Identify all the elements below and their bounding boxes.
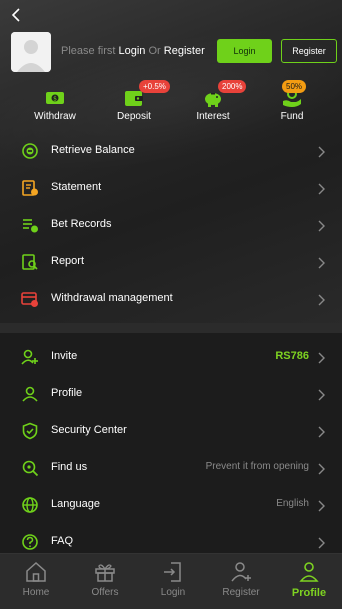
- chevron-right-icon: [316, 145, 326, 158]
- chevron-right-icon: [316, 351, 326, 364]
- menu-item-retrieve-balance[interactable]: Retrieve Balance: [0, 133, 342, 170]
- withdrawal-management-icon: [21, 290, 39, 308]
- find-us-icon: [21, 459, 39, 477]
- login-link[interactable]: Login: [118, 45, 145, 57]
- register-button[interactable]: Register: [281, 39, 337, 63]
- menu-item-label: Find us: [51, 461, 88, 473]
- quick-action-label: Withdraw: [34, 111, 76, 122]
- tab-home[interactable]: Home: [2, 554, 70, 609]
- chevron-right-icon: [316, 425, 326, 438]
- menu-item-label: Report: [51, 255, 85, 267]
- menu-item-label: Language: [51, 498, 100, 510]
- menu-bottom-group: Invite RS786 Profile Security Center Fin…: [0, 339, 342, 561]
- retrieve-balance-icon: [21, 142, 39, 160]
- login-prompt-prefix: Please first: [61, 45, 116, 57]
- faq-icon: [21, 533, 39, 551]
- chevron-right-icon: [316, 536, 326, 549]
- tab-register[interactable]: Register: [207, 554, 275, 609]
- login-prompt: Please first Login Or Register: [61, 45, 205, 57]
- login-button[interactable]: Login: [217, 39, 272, 63]
- menu-item-label: Bet Records: [51, 218, 112, 230]
- back-arrow-icon[interactable]: [8, 6, 26, 24]
- menu-item-security-center[interactable]: Security Center: [0, 413, 342, 450]
- svg-text:$: $: [53, 96, 57, 103]
- profile-icon: [21, 385, 39, 403]
- bet-records-icon: [21, 216, 39, 234]
- register-user-icon: [229, 560, 253, 584]
- profile-user-icon: [297, 560, 321, 584]
- interest-badge: 200%: [218, 80, 247, 93]
- home-icon: [24, 560, 48, 584]
- register-link[interactable]: Register: [164, 45, 205, 57]
- quick-actions: $ Withdraw +0.5% Deposit 200% Interest 5…: [0, 80, 342, 126]
- deposit-badge: +0.5%: [139, 80, 170, 93]
- user-row: Please first Login Or Register Login Reg…: [0, 30, 342, 74]
- quick-action-deposit[interactable]: +0.5% Deposit: [99, 80, 170, 126]
- menu-item-label: Profile: [51, 387, 83, 399]
- tab-profile[interactable]: Profile: [275, 554, 342, 609]
- menu-item-withdrawal-management[interactable]: Withdrawal management: [0, 281, 342, 318]
- fund-badge: 50%: [282, 80, 307, 93]
- statement-icon: [21, 179, 39, 197]
- menu-item-label: Statement: [51, 181, 102, 193]
- tab-label: Login: [160, 587, 186, 598]
- quick-action-interest[interactable]: 200% Interest: [178, 80, 248, 126]
- tab-label: Offers: [91, 587, 119, 598]
- section-divider: [0, 323, 342, 333]
- report-icon: [21, 253, 39, 271]
- menu-item-invite[interactable]: Invite RS786: [0, 339, 342, 376]
- menu-item-label: FAQ: [51, 535, 74, 547]
- invite-code: RS786: [275, 350, 309, 362]
- menu-item-language[interactable]: Language English: [0, 487, 342, 524]
- menu-item-label: Security Center: [51, 424, 127, 436]
- chevron-right-icon: [316, 462, 326, 475]
- bottom-tab-bar: Home Offers Login Register Profile: [0, 553, 342, 609]
- chevron-right-icon: [316, 293, 326, 306]
- tab-login[interactable]: Login: [139, 554, 207, 609]
- shield-icon: [21, 422, 39, 440]
- menu-item-find-us[interactable]: Find us Prevent it from opening: [0, 450, 342, 487]
- invite-icon: [21, 348, 39, 366]
- profile-screen: Please first Login Or Register Login Reg…: [0, 0, 342, 609]
- chevron-right-icon: [316, 388, 326, 401]
- quick-action-label: Deposit: [117, 111, 151, 122]
- language-value: English: [276, 498, 309, 509]
- chevron-right-icon: [316, 182, 326, 195]
- chevron-right-icon: [316, 219, 326, 232]
- find-us-status: Prevent it from opening: [205, 461, 309, 472]
- menu-item-label: Retrieve Balance: [51, 144, 135, 156]
- quick-action-label: Interest: [196, 111, 230, 122]
- quick-action-withdraw[interactable]: $ Withdraw: [20, 82, 90, 126]
- menu-item-label: Invite: [51, 350, 78, 362]
- withdraw-icon: $: [44, 87, 66, 109]
- chevron-right-icon: [316, 256, 326, 269]
- avatar[interactable]: [11, 32, 51, 72]
- or-text: Or: [148, 45, 161, 57]
- quick-action-fund[interactable]: 50% Fund: [257, 80, 327, 126]
- menu-item-report[interactable]: Report: [0, 244, 342, 281]
- tab-offers[interactable]: Offers: [71, 554, 139, 609]
- menu-item-label: Withdrawal management: [51, 292, 173, 304]
- globe-icon: [21, 496, 39, 514]
- tab-label: Profile: [291, 587, 327, 599]
- chevron-right-icon: [316, 499, 326, 512]
- menu-item-statement[interactable]: Statement: [0, 170, 342, 207]
- menu-top-group: Retrieve Balance Statement Bet Records R…: [0, 133, 342, 318]
- menu-item-profile[interactable]: Profile: [0, 376, 342, 413]
- gift-icon: [93, 560, 117, 584]
- avatar-placeholder-icon: [11, 32, 51, 72]
- tab-label: Register: [222, 587, 260, 598]
- menu-item-bet-records[interactable]: Bet Records: [0, 207, 342, 244]
- login-icon: [161, 560, 185, 584]
- quick-action-label: Fund: [280, 111, 304, 122]
- tab-label: Home: [22, 587, 50, 598]
